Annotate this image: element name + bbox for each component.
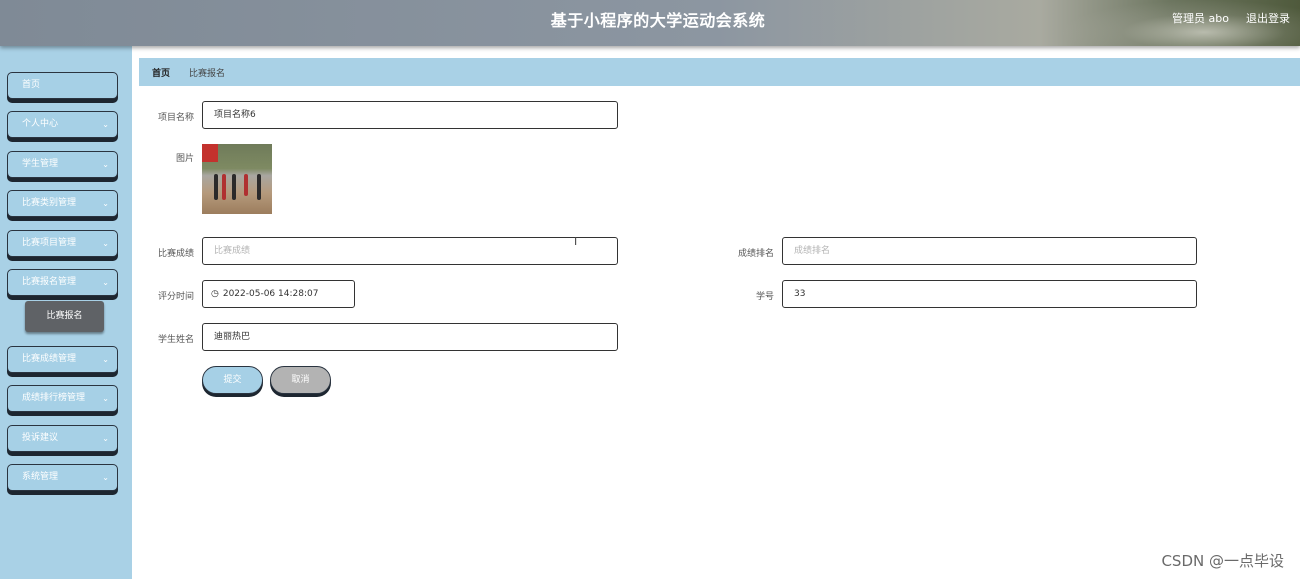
breadcrumb: 首页 比赛报名: [139, 58, 1300, 86]
clock-icon: ◷: [211, 289, 219, 299]
sidebar-item-project-management[interactable]: 比赛项目管理 ⌄: [7, 230, 118, 257]
submit-button[interactable]: 提交: [202, 366, 263, 394]
score-label: 比赛成绩: [157, 249, 194, 259]
student-id-input[interactable]: 33: [782, 280, 1197, 308]
sidebar-item-label: 比赛类别管理: [22, 198, 77, 208]
photo-figure: [232, 174, 236, 200]
time-picker[interactable]: ◷ 2022-05-06 14:28:07: [202, 280, 355, 308]
breadcrumb-home[interactable]: 首页: [152, 66, 170, 79]
rank-label: 成绩排名: [737, 249, 774, 259]
photo-figure: [244, 174, 248, 196]
student-name-label: 学生姓名: [157, 335, 194, 345]
chevron-down-icon: ⌄: [102, 120, 109, 129]
time-value: 2022-05-06 14:28:07: [222, 289, 319, 299]
sidebar-item-label: 比赛报名管理: [22, 277, 77, 287]
chevron-down-icon: ⌄: [102, 473, 109, 482]
sidebar-item-score-management[interactable]: 比赛成绩管理 ⌄: [7, 346, 118, 373]
student-name-input[interactable]: 迪丽热巴: [202, 323, 618, 351]
project-name-input[interactable]: 项目名称6: [202, 101, 618, 129]
breadcrumb-current: 比赛报名: [189, 69, 226, 79]
sidebar-item-personal-center[interactable]: 个人中心 ⌄: [7, 111, 118, 138]
app-title: 基于小程序的大学运动会系统: [550, 11, 766, 30]
sidebar-item-label: 比赛项目管理: [22, 238, 77, 248]
student-id-label: 学号: [755, 292, 774, 302]
project-name-label: 项目名称: [157, 113, 194, 123]
chevron-down-icon: ⌄: [102, 199, 109, 208]
sidebar: 首页 个人中心 ⌄ 学生管理 ⌄ 比赛类别管理 ⌄ 比赛项目管理 ⌄ 比赛报名管…: [0, 46, 132, 579]
sidebar-item-label: 个人中心: [22, 119, 59, 129]
logout-link[interactable]: 退出登录: [1246, 10, 1290, 26]
sidebar-item-label: 首页: [22, 80, 41, 90]
chevron-down-icon: ⌄: [102, 355, 109, 364]
current-user: 管理员 abo: [1172, 12, 1229, 25]
sidebar-item-label: 成绩排行榜管理: [22, 393, 86, 403]
sidebar-item-label: 投诉建议: [22, 433, 59, 443]
sidebar-item-registration-management[interactable]: 比赛报名管理 ⌄: [7, 269, 118, 296]
sidebar-item-label: 比赛成绩管理: [22, 354, 77, 364]
event-photo: [202, 144, 272, 214]
time-label: 评分时间: [157, 292, 194, 302]
photo-banner: [202, 144, 218, 162]
sidebar-item-home[interactable]: 首页: [7, 72, 118, 99]
sidebar-item-label: 学生管理: [22, 159, 59, 169]
sidebar-item-student-management[interactable]: 学生管理 ⌄: [7, 151, 118, 178]
sidebar-item-label: 系统管理: [22, 472, 59, 482]
score-input[interactable]: 比赛成绩: [202, 237, 618, 265]
sidebar-subitem-registration[interactable]: 比赛报名: [25, 301, 104, 332]
photo-figure: [222, 174, 226, 200]
chevron-down-icon: ⌄: [102, 239, 109, 248]
image-label: 图片: [175, 154, 194, 164]
watermark: CSDN @一点毕设: [1161, 552, 1284, 570]
chevron-down-icon: ⌄: [102, 434, 109, 443]
sidebar-item-category-management[interactable]: 比赛类别管理 ⌄: [7, 190, 118, 217]
sidebar-item-ranking-management[interactable]: 成绩排行榜管理 ⌄: [7, 385, 118, 412]
cancel-button[interactable]: 取消: [270, 366, 331, 394]
photo-figure: [257, 174, 261, 200]
chevron-down-icon: ⌄: [102, 394, 109, 403]
chevron-down-icon: ⌄: [102, 160, 109, 169]
text-cursor-icon: Ι: [574, 235, 578, 248]
sidebar-item-complaints[interactable]: 投诉建议 ⌄: [7, 425, 118, 452]
sidebar-item-system-management[interactable]: 系统管理 ⌄: [7, 464, 118, 491]
top-header: 基于小程序的大学运动会系统 管理员 abo 退出登录: [0, 0, 1300, 46]
photo-figure: [214, 174, 218, 200]
chevron-down-icon: ⌄: [102, 278, 109, 287]
rank-input[interactable]: 成绩排名: [782, 237, 1197, 265]
